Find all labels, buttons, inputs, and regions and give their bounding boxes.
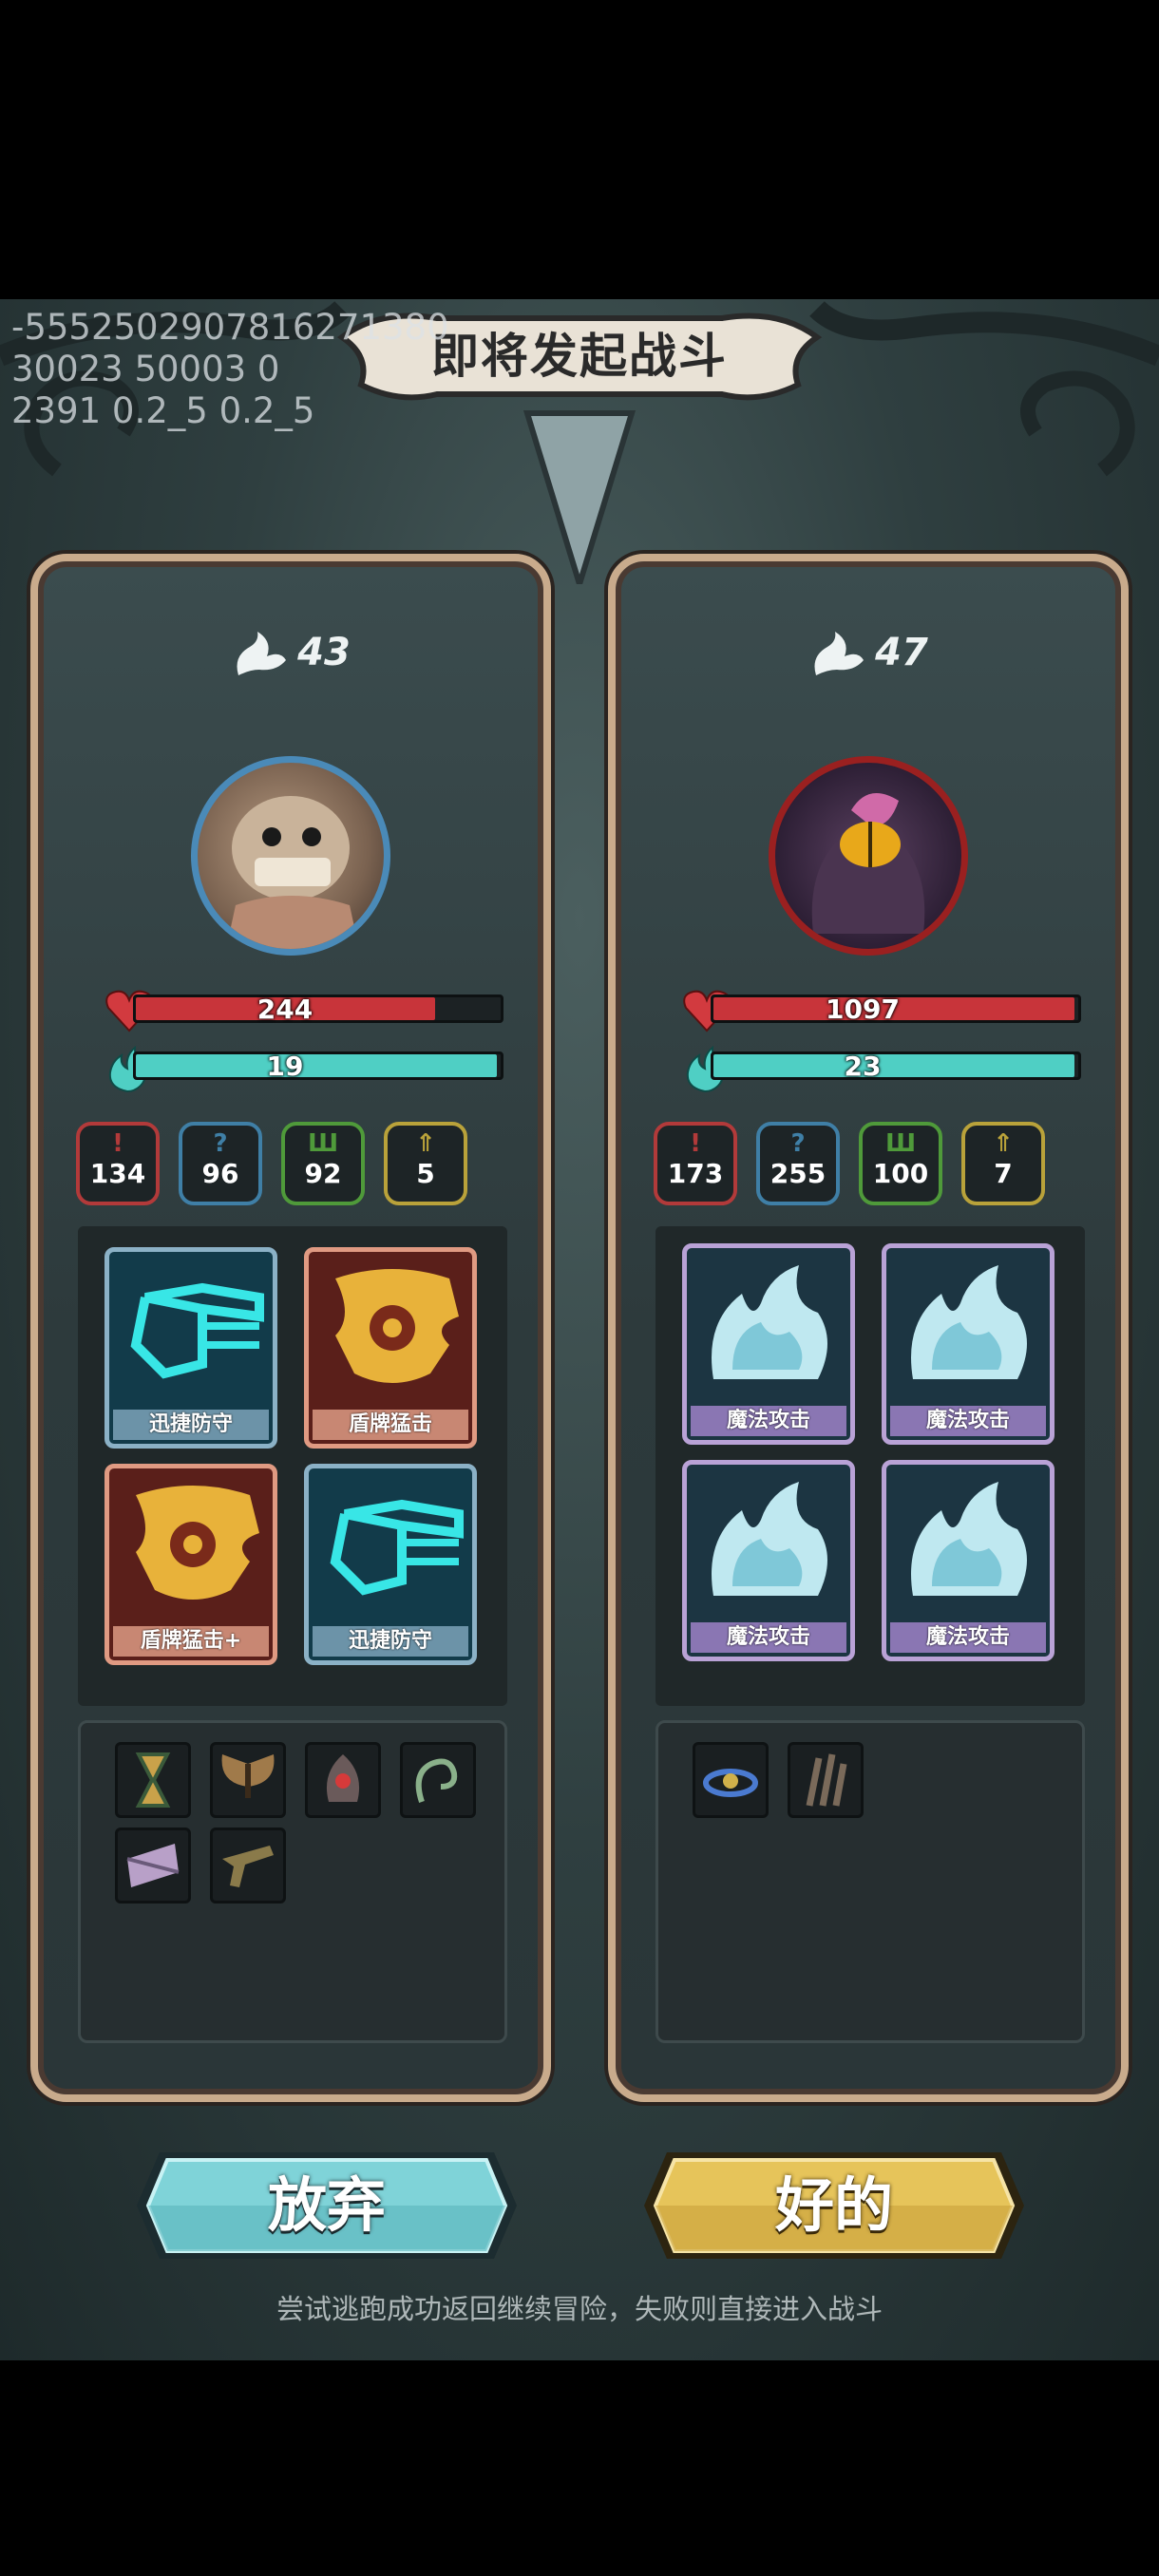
skill-card[interactable]: 魔法攻击 xyxy=(682,1243,855,1445)
debug-line: 2391 0.2_5 0.2_5 xyxy=(11,390,315,431)
stat-attack-value: 134 xyxy=(89,1158,146,1189)
level-icon xyxy=(814,632,864,675)
moth-icon[interactable] xyxy=(210,1742,286,1818)
player-hp-bar: 244 xyxy=(104,989,504,1032)
debug-overlay: -5552502907816271380 30023 50003 0 2391 0.… xyxy=(11,307,449,432)
skill-card[interactable]: 魔法攻击 xyxy=(882,1460,1054,1661)
stat-attack: ! 173 xyxy=(654,1122,737,1205)
skill-card[interactable]: 魔法攻击 xyxy=(882,1243,1054,1445)
skill-card[interactable]: 迅捷防守 xyxy=(304,1464,477,1665)
claw-icon[interactable] xyxy=(788,1742,864,1818)
speed-icon: ⇑ xyxy=(993,1129,1014,1158)
enemy-level: 47 xyxy=(616,628,1121,681)
stat-attack-value: 173 xyxy=(667,1158,724,1189)
enemy-item-list xyxy=(656,1720,1085,2043)
stat-defense-value: 92 xyxy=(304,1158,342,1189)
card-label: 迅捷防守 xyxy=(313,1626,468,1657)
skill-card[interactable]: 魔法攻击 xyxy=(682,1460,855,1661)
skill-card[interactable]: 盾牌猛击+ xyxy=(104,1464,277,1665)
enemy-card-list[interactable]: 魔法攻击 魔法攻击 魔法攻击 魔法攻击 xyxy=(656,1226,1085,1706)
card-label: 魔法攻击 xyxy=(691,1406,846,1436)
player-level-value: 43 xyxy=(297,631,351,674)
enemy-panel: 47 1097 23 ! 173 ? 255 Ш 100 ⇑ 7 魔法攻击 魔法攻击 xyxy=(608,554,1129,2102)
fly-creature-portrait-icon xyxy=(811,793,925,934)
attack-icon: ! xyxy=(690,1129,701,1158)
stat-defense: Ш 92 xyxy=(281,1122,365,1205)
crit-icon: ? xyxy=(213,1129,228,1158)
player-mp-bar: 19 xyxy=(104,1046,504,1093)
debug-line: 30023 50003 0 xyxy=(11,349,280,389)
card-label: 迅捷防守 xyxy=(113,1410,269,1440)
stat-crit: ? 96 xyxy=(179,1122,262,1205)
crit-icon: ? xyxy=(790,1129,806,1158)
card-label: 盾牌猛击 xyxy=(313,1410,468,1440)
defense-icon: Ш xyxy=(884,1129,917,1158)
enemy-avatar xyxy=(769,756,968,956)
stat-defense: Ш 100 xyxy=(859,1122,942,1205)
player-panel: 43 244 19 !134 ?96 Ш92 ⇑5 迅捷防守 盾牌猛击 xyxy=(30,554,551,2102)
card-label: 魔法攻击 xyxy=(890,1406,1046,1436)
hourglass-icon[interactable] xyxy=(115,1742,191,1818)
warrior-portrait-icon xyxy=(226,796,359,949)
shield-bash-icon xyxy=(316,1260,465,1406)
stat-crit-value: 96 xyxy=(201,1158,239,1189)
magic-flame-icon xyxy=(894,1256,1042,1402)
enemy-hp-value: 1097 xyxy=(826,994,900,1025)
dash-shield-icon xyxy=(117,1260,265,1406)
player-item-list xyxy=(78,1720,507,2043)
enemy-mp-value: 23 xyxy=(844,1051,882,1082)
stat-defense-value: 100 xyxy=(872,1158,929,1189)
ribbon-icon[interactable] xyxy=(115,1828,191,1904)
defense-icon: Ш xyxy=(307,1129,339,1158)
orb-ring-icon[interactable] xyxy=(693,1742,769,1818)
eye-icon[interactable] xyxy=(305,1742,381,1818)
dash-shield-icon xyxy=(316,1476,465,1622)
player-stats: ! 134 ? 96 Ш 92 ⇑ 5 xyxy=(76,1122,513,1207)
hint-text: 尝试逃跑成功返回继续冒险，失败则直接进入战斗 xyxy=(276,2293,883,2325)
magic-flame-icon xyxy=(894,1472,1042,1619)
stat-speed: ⇑ 7 xyxy=(961,1122,1045,1205)
magic-flame-icon xyxy=(694,1472,843,1619)
card-label: 魔法攻击 xyxy=(691,1622,846,1653)
ok-label: 好的 xyxy=(774,2170,893,2240)
stat-crit-value: 255 xyxy=(770,1158,826,1189)
player-mp-value: 19 xyxy=(266,1051,304,1082)
pistol-icon[interactable] xyxy=(210,1828,286,1904)
stat-speed-value: 5 xyxy=(416,1158,435,1189)
skill-card[interactable]: 迅捷防守 xyxy=(104,1247,277,1449)
card-label: 盾牌猛击+ xyxy=(113,1626,269,1657)
level-icon xyxy=(237,632,287,675)
stat-attack: ! 134 xyxy=(76,1122,160,1205)
enemy-mp-bar: 23 xyxy=(682,1046,1081,1093)
debug-line: -5552502907816271380 xyxy=(11,307,449,348)
magic-flame-icon xyxy=(694,1256,843,1402)
stat-crit: ? 255 xyxy=(756,1122,840,1205)
give-up-button[interactable]: 放弃 xyxy=(131,2147,522,2264)
speed-icon: ⇑ xyxy=(415,1129,436,1158)
player-avatar xyxy=(191,756,390,956)
enemy-level-value: 47 xyxy=(875,631,928,674)
enemy-hp-bar: 1097 xyxy=(682,989,1081,1032)
player-card-list[interactable]: 迅捷防守 盾牌猛击 盾牌猛击+ 迅捷防守 xyxy=(78,1226,507,1706)
card-label: 魔法攻击 xyxy=(890,1622,1046,1653)
stat-speed-value: 7 xyxy=(994,1158,1013,1189)
attack-icon: ! xyxy=(112,1129,124,1158)
enemy-stats: ! 173 ? 255 Ш 100 ⇑ 7 xyxy=(654,1122,1091,1207)
stat-speed: ⇑ 5 xyxy=(384,1122,467,1205)
shield-bash-icon xyxy=(117,1476,265,1622)
hook-icon[interactable] xyxy=(400,1742,476,1818)
give-up-label: 放弃 xyxy=(267,2170,386,2240)
ok-button[interactable]: 好的 xyxy=(638,2147,1030,2264)
skill-card[interactable]: 盾牌猛击 xyxy=(304,1247,477,1449)
player-level: 43 xyxy=(38,628,543,681)
player-hp-value: 244 xyxy=(256,994,314,1025)
